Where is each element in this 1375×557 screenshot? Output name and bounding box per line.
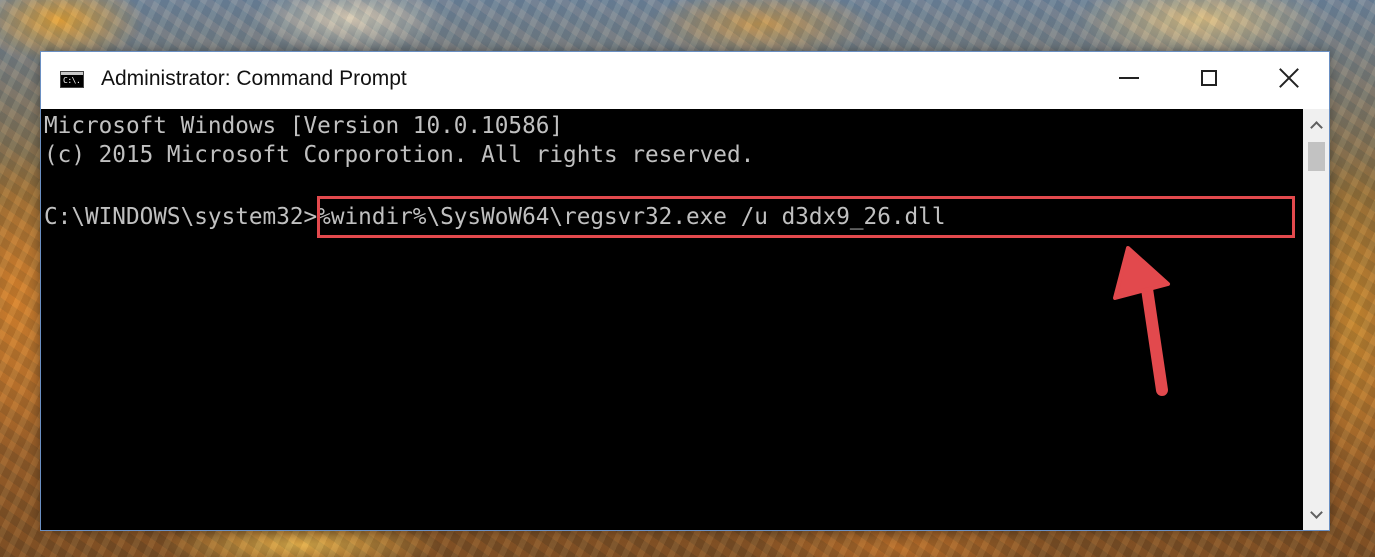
scroll-down-button[interactable] (1303, 502, 1329, 526)
scrollbar-thumb[interactable] (1308, 142, 1325, 171)
command-prompt-icon[interactable]: C:\. (60, 71, 84, 88)
window-title: Administrator: Command Prompt (101, 67, 407, 90)
minimize-button[interactable] (1089, 52, 1169, 104)
close-button[interactable] (1249, 52, 1329, 104)
minimize-icon (1119, 77, 1139, 79)
chevron-up-icon (1309, 120, 1323, 134)
maximize-button[interactable] (1169, 52, 1249, 104)
console-line-copyright: (c) 2015 Microsoft Corporotion. All righ… (44, 142, 755, 168)
maximize-icon (1201, 70, 1217, 86)
annotation-arrow-icon (1113, 246, 1170, 396)
close-icon (1278, 67, 1300, 89)
command-highlight-box (317, 196, 1295, 238)
vertical-scrollbar[interactable] (1303, 109, 1329, 530)
title-bar[interactable]: C:\. Administrator: Command Prompt (41, 52, 1329, 109)
scroll-up-button[interactable] (1303, 113, 1329, 137)
console-line-version: Microsoft Windows [Version 10.0.10586] (44, 113, 564, 139)
chevron-down-icon (1309, 505, 1323, 519)
